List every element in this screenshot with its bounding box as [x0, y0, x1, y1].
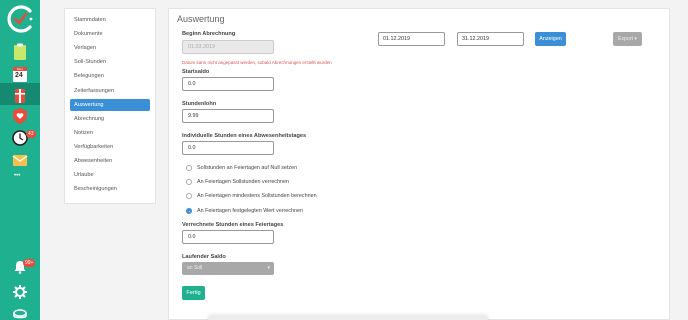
bottom-bar	[208, 316, 488, 320]
nav-item-auswertung[interactable]: Auswertung	[70, 99, 150, 111]
calendar-month: Mon	[17, 67, 23, 71]
stundenlohn-label: Stundenlohn	[182, 101, 217, 107]
fertig-button[interactable]: Fertig	[182, 286, 205, 300]
radio-label: An Feiertagen Sollstunden verrechnen	[197, 179, 289, 185]
nav-item-abwesenheiten[interactable]: Abwesenheiten	[70, 155, 150, 167]
clipboard-icon[interactable]	[10, 42, 30, 62]
gear-icon[interactable]	[10, 282, 30, 302]
mail-icon[interactable]	[10, 150, 30, 170]
nav-item-urlaube[interactable]: Urlaube	[70, 169, 150, 181]
startsaldo-input[interactable]: 0.0	[182, 77, 274, 91]
begin-date-input: 01.03.2019	[182, 40, 274, 54]
radio-option-verrechnen[interactable]: An Feiertagen Sollstunden verrechnen	[186, 178, 289, 186]
page-title: Auswertung	[177, 14, 225, 24]
radio-button-checked[interactable]	[186, 208, 192, 214]
nav-item-soll-stunden[interactable]: Soll-Stunden	[70, 56, 150, 68]
calendar-day: 24	[15, 72, 23, 79]
radio-button[interactable]	[186, 165, 192, 171]
date-from-input[interactable]: 01.12.2019	[378, 32, 445, 46]
nav-item-verlagen[interactable]: Verlagen	[70, 42, 150, 54]
saldo-select-value: an Soll	[187, 265, 203, 271]
stundenlohn-input[interactable]: 9.99	[182, 109, 274, 123]
nav-item-verfuegbarkeiten[interactable]: Verfügbarkeiten	[70, 141, 150, 153]
nav-item-notizen[interactable]: Notizen	[70, 127, 150, 139]
feiertag-label: Verrechnete Stunden eines Feiertages	[182, 222, 284, 228]
more-icon[interactable]: •••	[14, 173, 20, 179]
app-logo-icon[interactable]	[4, 3, 36, 35]
nav-item-belegungen[interactable]: Belegungen	[70, 70, 150, 82]
begin-error-text: Datum kann nicht angepasst werden, sobal…	[182, 60, 332, 65]
chevron-down-icon: ▾	[267, 265, 270, 271]
bell-badge: 99+	[23, 259, 36, 267]
abwesenheit-input[interactable]: 0.0	[182, 141, 274, 155]
radio-button[interactable]	[186, 193, 192, 199]
radio-label: Sollstunden an Feiertagen auf Null setze…	[197, 165, 298, 171]
nav-item-abrechnung[interactable]: Abrechnung	[70, 113, 150, 125]
startsaldo-label: Startsaldo	[182, 69, 210, 75]
nav-item-dokumente[interactable]: Dokumente	[70, 28, 150, 40]
begin-label: Beginn Abrechnung	[182, 31, 236, 37]
date-to-input[interactable]: 31.12.2019	[457, 32, 524, 46]
calendar-icon[interactable]: Mon 24	[10, 64, 30, 84]
export-button[interactable]: Export ▾	[613, 32, 642, 46]
radio-label: An Feiertagen mindestens Sollstunden ber…	[197, 193, 317, 199]
gift-icon[interactable]	[10, 85, 30, 105]
saldo-select[interactable]: an Soll ▾	[182, 262, 274, 275]
coins-icon[interactable]	[10, 304, 30, 320]
abwesenheit-label: Individuelle Stunden eines Abwesenheitst…	[182, 133, 307, 139]
anzeigen-button[interactable]: Anzeigen	[535, 32, 566, 46]
nav-item-zeiterfassungen[interactable]: Zeiterfassungen	[70, 85, 150, 97]
feiertag-input[interactable]: 0.0	[182, 230, 274, 244]
nav-item-stammdaten[interactable]: Stammdaten	[70, 14, 150, 26]
saldo-label: Laufender Saldo	[182, 254, 226, 260]
radio-option-festgelegt[interactable]: An Feiertagen festgelegten Wert verrechn…	[186, 207, 303, 215]
shield-heart-icon[interactable]	[10, 106, 30, 126]
clock-badge: 43	[26, 130, 36, 138]
radio-option-null[interactable]: Sollstunden an Feiertagen auf Null setze…	[186, 164, 297, 172]
radio-option-mindestens[interactable]: An Feiertagen mindestens Sollstunden ber…	[186, 192, 317, 200]
nav-item-bescheinigungen[interactable]: Bescheinigungen	[70, 183, 150, 195]
radio-button[interactable]	[186, 179, 192, 185]
radio-label: An Feiertagen festgelegten Wert verrechn…	[197, 208, 303, 214]
app-sidebar: Mon 24 43 ••• 99+	[0, 0, 40, 320]
